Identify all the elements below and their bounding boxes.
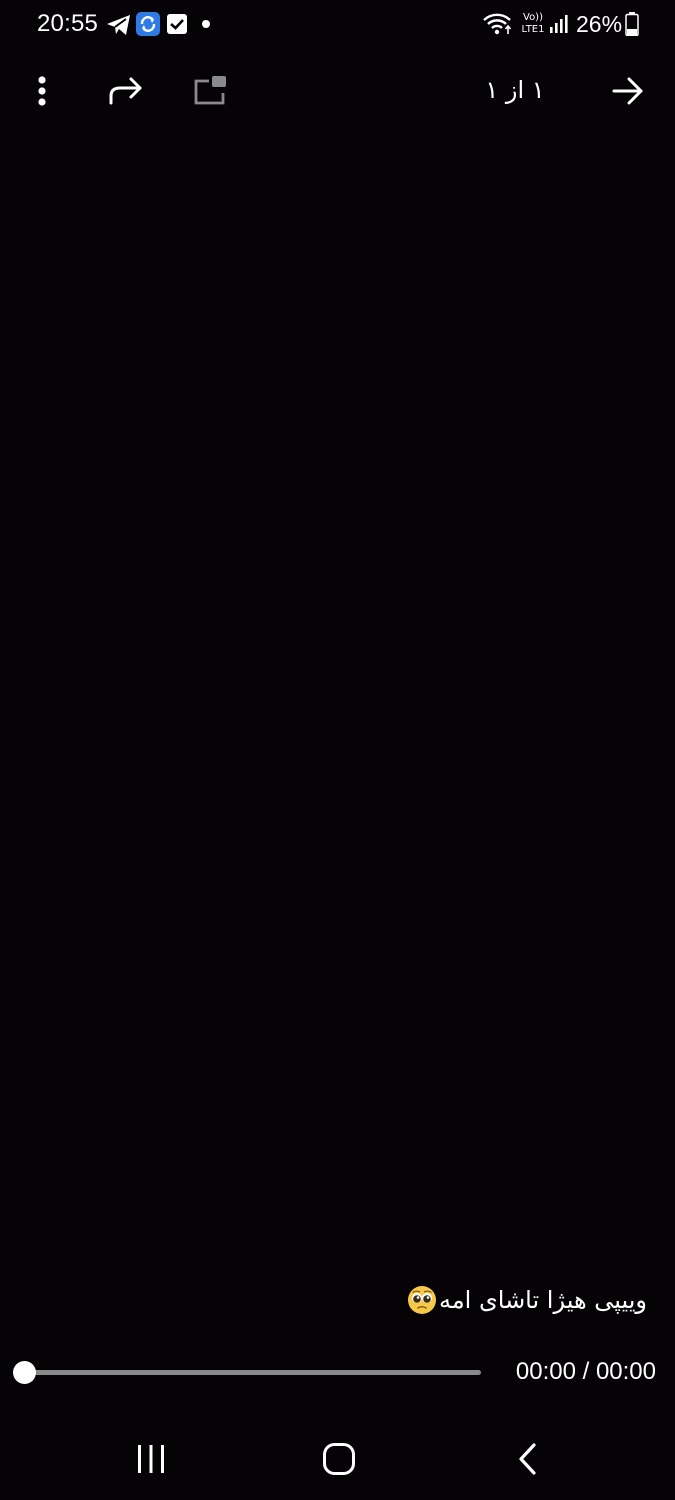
video-player-surface[interactable] [0, 124, 675, 1274]
media-viewer-toolbar: ۱ از ۱ [0, 60, 675, 124]
page-counter: ۱ از ۱ [485, 76, 545, 104]
playback-time: 00:00 / 00:00 [515, 1358, 656, 1385]
picture-in-picture-icon [194, 76, 226, 105]
share-button[interactable] [98, 63, 154, 119]
back-button[interactable] [600, 63, 656, 119]
back-icon [519, 1443, 536, 1475]
pleading-face-emoji [407, 1286, 436, 1314]
share-forward-icon [109, 77, 142, 105]
battery-icon [625, 12, 639, 36]
media-caption: وییپی هیژا تاشای امه [200, 1278, 647, 1322]
sync-app-icon [136, 12, 160, 36]
battery-percent: 26% [576, 11, 623, 37]
seek-thumb[interactable] [12, 1361, 36, 1384]
volte-lte-icon: Vo)) LTE1 [521, 12, 545, 35]
seek-bar[interactable] [22, 1370, 481, 1375]
home-button[interactable] [299, 1428, 379, 1490]
picture-in-picture-button[interactable] [183, 63, 239, 119]
wifi-icon [483, 13, 512, 35]
system-back-button[interactable] [488, 1428, 568, 1490]
telegram-icon [107, 15, 130, 35]
more-options-icon [38, 76, 46, 106]
caption-text: وییپی هیژا تاشای امه [438, 1286, 647, 1314]
signal-icon [550, 15, 568, 33]
status-bar: 20:55 Vo)) LTE1 26% [0, 0, 675, 50]
home-icon [323, 1443, 355, 1475]
more-notifications-dot [202, 20, 210, 28]
checkbox-app-icon [167, 14, 187, 34]
recent-apps-button[interactable] [111, 1428, 191, 1490]
back-arrow-icon [612, 77, 643, 105]
status-time: 20:55 [37, 10, 99, 37]
recent-apps-icon [138, 1445, 164, 1473]
more-options-button[interactable] [14, 63, 70, 119]
